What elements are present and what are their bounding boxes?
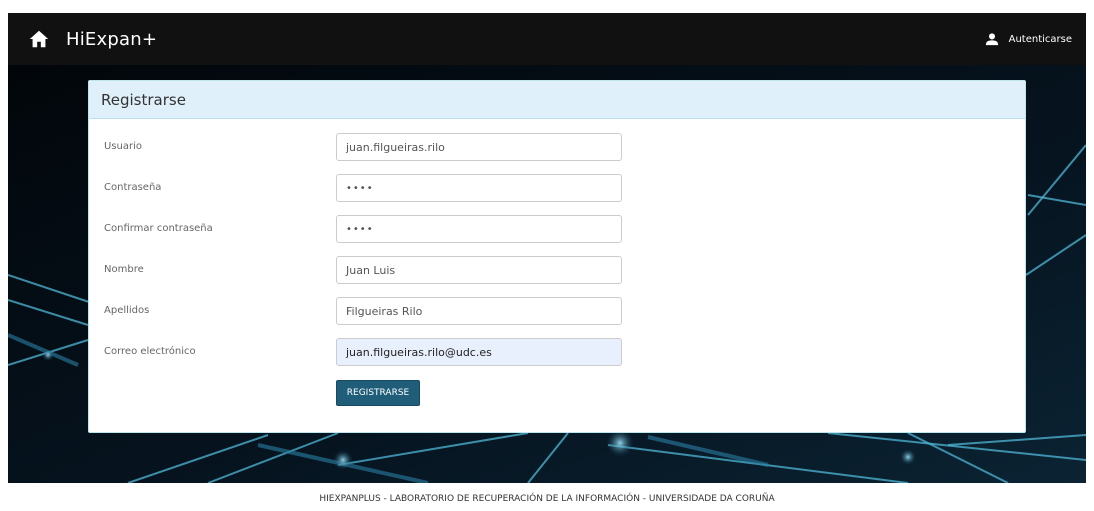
email-label: Correo electrónico (104, 346, 196, 357)
brand-title: HiExpan+ (66, 28, 158, 50)
home-link[interactable]: HiExpan+ (28, 28, 157, 50)
panel-title: Registrarse (89, 81, 1025, 119)
first-name-input[interactable]: Juan Luis (336, 256, 622, 284)
footer-text: HIEXPANPLUS - LABORATORIO DE RECUPERACIÓ… (319, 494, 775, 504)
email-input[interactable]: juan.filgueiras.rilo@udc.es (336, 338, 622, 366)
form-row-email: Correo electrónico juan.filgueiras.rilo@… (89, 338, 1025, 368)
username-input[interactable]: juan.filgueiras.rilo (336, 133, 622, 161)
confirm-password-input[interactable]: •••• (336, 215, 622, 243)
password-input[interactable]: •••• (336, 174, 622, 202)
confirm-password-label: Confirmar contraseña (104, 223, 213, 234)
last-name-label: Apellidos (104, 305, 150, 316)
username-label: Usuario (104, 141, 143, 152)
form-row-username: Usuario juan.filgueiras.rilo (89, 133, 1025, 163)
app-root: HiExpan+ Autenticarse Registrarse Usuari… (0, 0, 1094, 511)
top-navbar: HiExpan+ Autenticarse (8, 13, 1086, 65)
home-icon (29, 30, 49, 48)
form-row-password: Contraseña •••• (89, 174, 1025, 204)
password-label: Contraseña (104, 182, 162, 193)
form-row-last-name: Apellidos Filgueiras Rilo (89, 297, 1025, 327)
login-label: Autenticarse (1008, 33, 1072, 45)
login-link[interactable]: Autenticarse (985, 13, 1072, 65)
first-name-label: Nombre (104, 264, 144, 275)
last-name-input[interactable]: Filgueiras Rilo (336, 297, 622, 325)
register-button[interactable]: REGISTRARSE (336, 380, 420, 406)
form-row-confirm-password: Confirmar contraseña •••• (89, 215, 1025, 245)
form-row-first-name: Nombre Juan Luis (89, 256, 1025, 286)
registration-panel: Registrarse Usuario juan.filgueiras.rilo… (88, 80, 1026, 433)
user-icon (985, 33, 998, 46)
